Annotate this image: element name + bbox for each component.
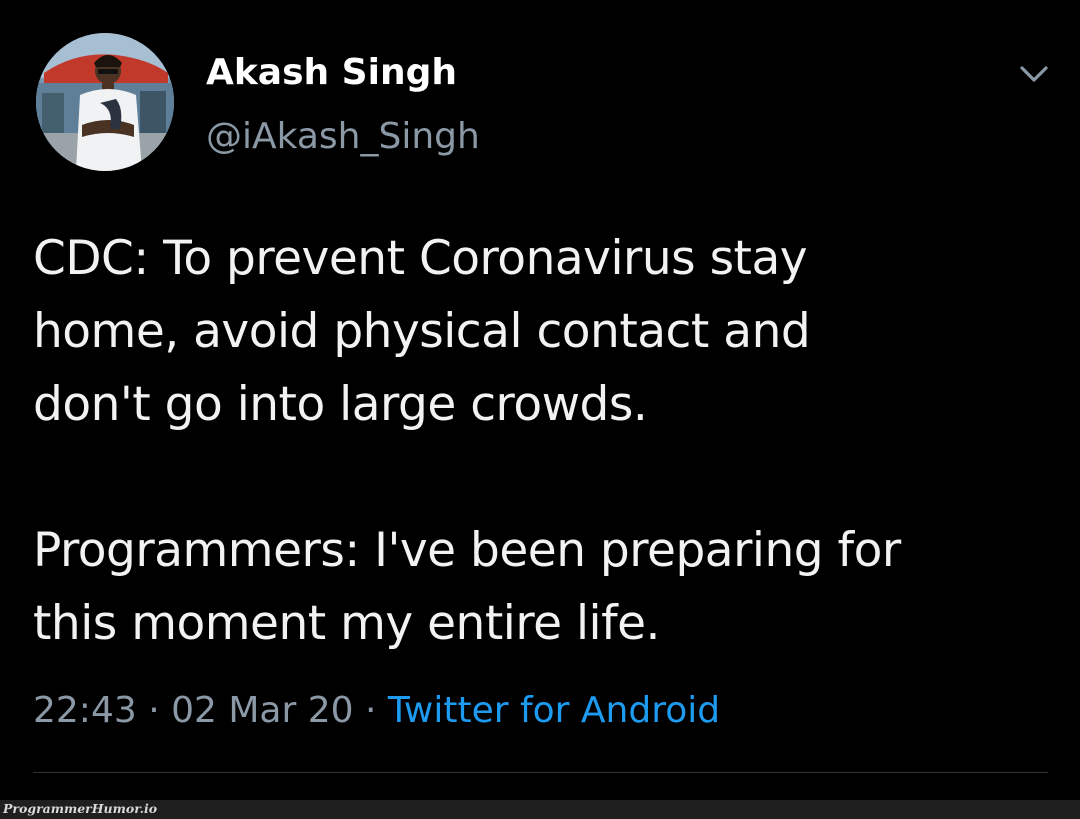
watermark-text: ProgrammerHumor.io (3, 801, 158, 816)
meta-separator: · (136, 690, 172, 731)
tweet-text-line: this moment my entire life. (33, 596, 661, 651)
avatar-image (36, 33, 174, 171)
tweet-text-line: home, avoid physical contact and (33, 304, 811, 359)
tweet-text-line: don't go into large crowds. (33, 377, 648, 432)
watermark-bar: ProgrammerHumor.io (0, 800, 1080, 819)
avatar[interactable] (36, 33, 174, 171)
divider (33, 772, 1048, 773)
chevron-down-icon[interactable] (1014, 58, 1054, 90)
tweet-meta: 22:43 · 02 Mar 20 · Twitter for Android (33, 690, 720, 731)
author-handle[interactable]: @iAkash_Singh (206, 116, 480, 157)
tweet-time[interactable]: 22:43 (33, 690, 137, 731)
tweet-text-line: Programmers: I've been preparing for (33, 523, 901, 578)
meta-separator: · (353, 690, 388, 731)
tweet-card: Akash Singh @iAkash_Singh CDC: To preven… (0, 0, 1080, 800)
tweet-text-blank-line (33, 441, 1063, 514)
author-display-name[interactable]: Akash Singh (206, 52, 457, 93)
tweet-text-line: CDC: To prevent Coronavirus stay (33, 231, 808, 286)
tweet-text: CDC: To prevent Coronavirus stay home, a… (33, 222, 1063, 660)
tweet-source-link[interactable]: Twitter for Android (388, 690, 720, 731)
tweet-date[interactable]: 02 Mar 20 (171, 690, 353, 731)
